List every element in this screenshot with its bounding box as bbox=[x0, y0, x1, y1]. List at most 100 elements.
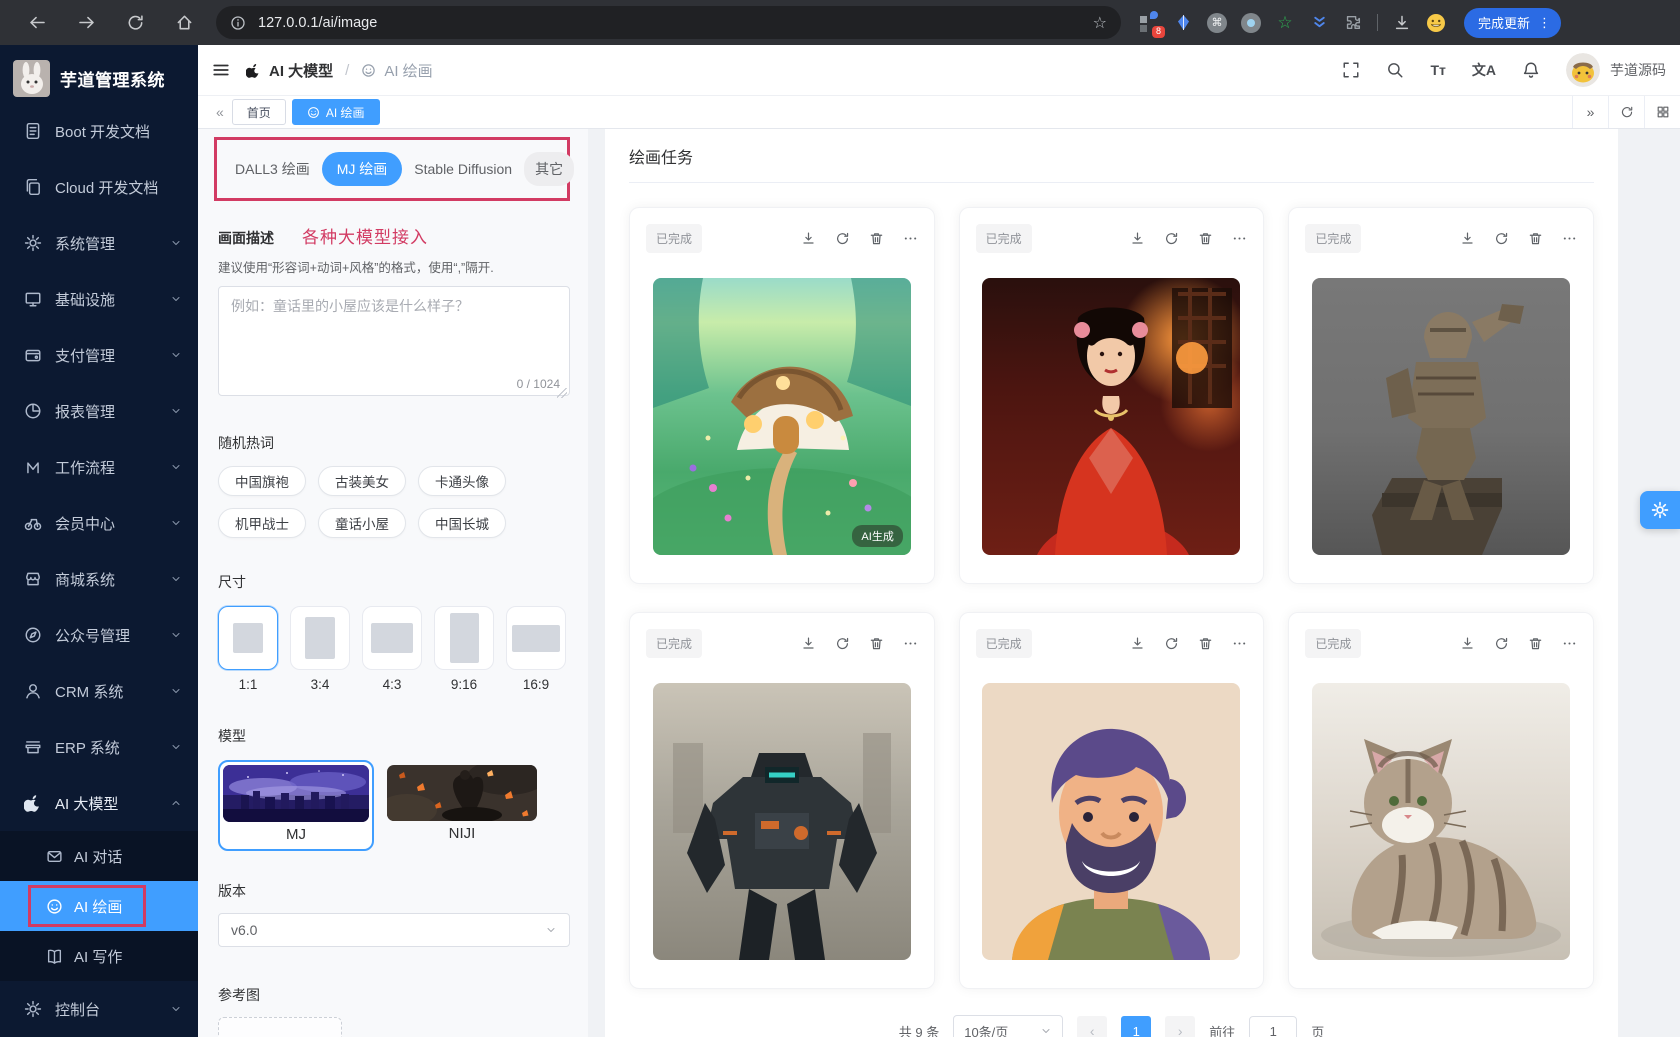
browser-update-button[interactable]: 完成更新 ⋮ bbox=[1464, 8, 1561, 38]
sidebar-item-cloud-docs[interactable]: Cloud 开发文档 bbox=[0, 159, 198, 215]
version-select[interactable]: v6.0 bbox=[218, 913, 570, 947]
task-image-mecha-robot[interactable] bbox=[653, 683, 911, 960]
sidebar-item-ai-models[interactable]: AI 大模型 bbox=[0, 775, 198, 831]
hotword-chip[interactable]: 古装美女 bbox=[318, 466, 406, 496]
model-option-mj[interactable]: MJ bbox=[218, 760, 374, 851]
breadcrumb-current[interactable]: AI 绘画 bbox=[384, 60, 432, 81]
more-icon[interactable] bbox=[1232, 636, 1247, 651]
hamburger-icon[interactable] bbox=[212, 61, 230, 79]
sidebar-item-ai-drawing[interactable]: AI 绘画 bbox=[0, 881, 198, 931]
prev-page-button[interactable]: ‹ bbox=[1077, 1016, 1107, 1037]
task-image-stone-robot[interactable] bbox=[1312, 278, 1570, 555]
sidebar-item-crm[interactable]: CRM 系统 bbox=[0, 663, 198, 719]
hotword-chip[interactable]: 卡通头像 bbox=[418, 466, 506, 496]
page-size-select[interactable]: 10条/页 bbox=[953, 1015, 1063, 1037]
refresh-icon[interactable] bbox=[1494, 636, 1509, 651]
sidebar-item-reports[interactable]: 报表管理 bbox=[0, 383, 198, 439]
hotword-chip[interactable]: 中国长城 bbox=[418, 508, 506, 538]
settings-fab[interactable] bbox=[1640, 491, 1680, 529]
pinned-extension-icon[interactable]: 8 bbox=[1139, 13, 1159, 33]
task-image-hanfu-woman[interactable] bbox=[982, 278, 1240, 555]
tabs-scroll-left-icon[interactable]: « bbox=[208, 104, 232, 120]
more-icon[interactable] bbox=[903, 636, 918, 651]
downloads-icon[interactable] bbox=[1392, 13, 1412, 33]
bookmark-star-icon[interactable]: ☆ bbox=[1093, 13, 1107, 33]
green-star-extension-icon[interactable]: ☆ bbox=[1275, 13, 1295, 33]
translate-icon[interactable]: 文A bbox=[1472, 60, 1496, 80]
browser-menu-icon[interactable]: ⋮ bbox=[1538, 15, 1551, 31]
sidebar-item-payment[interactable]: 支付管理 bbox=[0, 327, 198, 383]
back-arrow-icon[interactable] bbox=[28, 13, 47, 32]
trash-icon[interactable] bbox=[1198, 636, 1213, 651]
hotword-chip[interactable]: 机甲战士 bbox=[218, 508, 306, 538]
size-option-3-4[interactable]: 3:4 bbox=[290, 606, 350, 692]
sidebar-item-console[interactable]: 控制台 bbox=[0, 981, 198, 1037]
hotword-chip[interactable]: 中国旗袍 bbox=[218, 466, 306, 496]
refresh-icon[interactable] bbox=[835, 636, 850, 651]
bell-icon[interactable] bbox=[1522, 61, 1540, 79]
emoji-profile-icon[interactable] bbox=[1426, 13, 1446, 33]
sidebar-item-erp[interactable]: ERP 系统 bbox=[0, 719, 198, 775]
trash-icon[interactable] bbox=[869, 231, 884, 246]
site-info-icon[interactable] bbox=[230, 15, 246, 31]
reference-upload-box[interactable] bbox=[218, 1017, 342, 1037]
sidebar-item-infra[interactable]: 基础设施 bbox=[0, 271, 198, 327]
extensions-puzzle-icon[interactable] bbox=[1343, 13, 1363, 33]
download-icon[interactable] bbox=[1130, 231, 1145, 246]
command-extension-icon[interactable]: ⌘ bbox=[1207, 13, 1227, 33]
size-option-1-1[interactable]: 1:1 bbox=[218, 606, 278, 692]
model-option-niji[interactable]: NIJI bbox=[387, 760, 537, 848]
url-bar[interactable]: 127.0.0.1/ai/image ☆ bbox=[216, 6, 1121, 39]
size-option-4-3[interactable]: 4:3 bbox=[362, 606, 422, 692]
user-avatar[interactable] bbox=[1566, 53, 1600, 87]
more-icon[interactable] bbox=[1562, 231, 1577, 246]
fullscreen-icon[interactable] bbox=[1342, 61, 1360, 79]
layout-grid-icon[interactable] bbox=[1644, 96, 1680, 128]
sidebar-item-members[interactable]: 会员中心 bbox=[0, 495, 198, 551]
resize-grip[interactable] bbox=[557, 388, 567, 398]
model-tab-other[interactable]: 其它 bbox=[524, 152, 574, 186]
refresh-icon[interactable] bbox=[1164, 231, 1179, 246]
tabs-scroll-right-icon[interactable]: » bbox=[1572, 96, 1608, 128]
dot-extension-icon[interactable] bbox=[1241, 13, 1261, 33]
sidebar-item-workflow[interactable]: 工作流程 bbox=[0, 439, 198, 495]
sidebar-item-ai-chat[interactable]: AI 对话 bbox=[0, 831, 198, 881]
kite-extension-icon[interactable] bbox=[1173, 13, 1193, 33]
task-image-cartoon-man[interactable] bbox=[982, 683, 1240, 960]
model-tab-mj[interactable]: MJ 绘画 bbox=[322, 152, 403, 186]
sidebar-item-mall[interactable]: 商城系统 bbox=[0, 551, 198, 607]
trash-icon[interactable] bbox=[869, 636, 884, 651]
sidebar-item-ai-writing[interactable]: AI 写作 bbox=[0, 931, 198, 981]
more-icon[interactable] bbox=[1562, 636, 1577, 651]
download-icon[interactable] bbox=[801, 636, 816, 651]
download-icon[interactable] bbox=[1460, 636, 1475, 651]
home-icon[interactable] bbox=[175, 13, 194, 32]
next-page-button[interactable]: › bbox=[1165, 1016, 1195, 1037]
trash-icon[interactable] bbox=[1528, 636, 1543, 651]
download-icon[interactable] bbox=[1460, 231, 1475, 246]
sidebar-item-system[interactable]: 系统管理 bbox=[0, 215, 198, 271]
refresh-icon[interactable] bbox=[1494, 231, 1509, 246]
goto-page-input[interactable] bbox=[1249, 1016, 1297, 1037]
size-option-16-9[interactable]: 16:9 bbox=[506, 606, 566, 692]
forward-arrow-icon[interactable] bbox=[77, 13, 96, 32]
download-icon[interactable] bbox=[801, 231, 816, 246]
tab-home[interactable]: 首页 bbox=[232, 99, 286, 125]
hotword-chip[interactable]: 童话小屋 bbox=[318, 508, 406, 538]
username[interactable]: 芋道源码 bbox=[1610, 60, 1666, 80]
sidebar-item-boot-docs[interactable]: Boot 开发文档 bbox=[0, 103, 198, 159]
reload-icon[interactable] bbox=[126, 13, 145, 32]
logo-row[interactable]: 芋道管理系统 bbox=[0, 45, 198, 103]
url-text[interactable]: 127.0.0.1/ai/image bbox=[258, 15, 1093, 31]
task-image-fairy-cottage[interactable]: AI生成 bbox=[653, 278, 911, 555]
task-image-tabby-cat[interactable] bbox=[1312, 683, 1570, 960]
refresh-tab-icon[interactable] bbox=[1608, 96, 1644, 128]
sidebar-item-official-account[interactable]: 公众号管理 bbox=[0, 607, 198, 663]
model-tab-stable-diffusion[interactable]: Stable Diffusion bbox=[404, 154, 522, 184]
trash-icon[interactable] bbox=[1198, 231, 1213, 246]
model-tab-dall3[interactable]: DALL3 绘画 bbox=[225, 152, 320, 186]
download-icon[interactable] bbox=[1130, 636, 1145, 651]
refresh-icon[interactable] bbox=[1164, 636, 1179, 651]
font-size-icon[interactable]: Tᴛ bbox=[1430, 62, 1445, 78]
more-icon[interactable] bbox=[903, 231, 918, 246]
